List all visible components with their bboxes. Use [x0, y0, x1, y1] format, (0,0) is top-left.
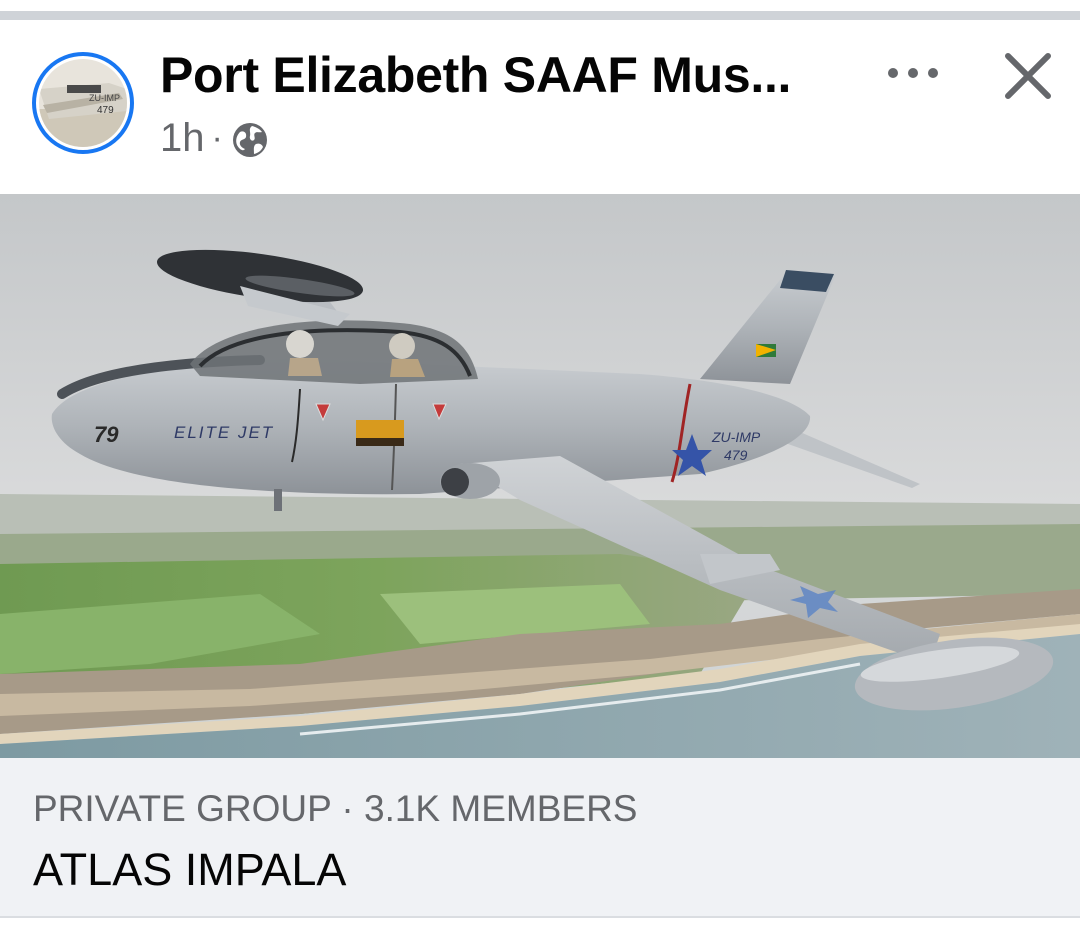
- photo-registration: ZU-IMP: [711, 429, 761, 445]
- post-meta: 1h ·: [160, 115, 270, 161]
- avatar-number: 479: [97, 105, 114, 116]
- avatar-registration: ZU-IMP: [89, 93, 120, 103]
- group-name[interactable]: Port Elizabeth SAAF Mus...: [160, 46, 791, 104]
- group-card-subtitle: PRIVATE GROUP · 3.1K MEMBERS: [33, 788, 638, 829]
- top-divider: [0, 11, 1080, 20]
- group-card[interactable]: PRIVATE GROUP · 3.1K MEMBERS ATLAS IMPAL…: [0, 758, 1080, 916]
- photo-fuselage-text: ELITE JET: [174, 423, 274, 442]
- avatar-image: ZU-IMP 479: [39, 59, 127, 147]
- photo-tail-number: 479: [724, 447, 748, 463]
- globe-icon: [230, 120, 270, 160]
- meta-separator: ·: [211, 118, 223, 157]
- photo-nose-number: 79: [94, 422, 119, 447]
- aircraft-photo: 79 ELITE JET ZU-IMP 479: [0, 194, 1080, 758]
- more-icon[interactable]: [884, 58, 942, 88]
- group-avatar[interactable]: ZU-IMP 479: [32, 52, 134, 154]
- close-icon[interactable]: [1002, 50, 1054, 102]
- group-card-title[interactable]: ATLAS IMPALA: [33, 844, 346, 896]
- post-photo[interactable]: 79 ELITE JET ZU-IMP 479: [0, 194, 1080, 758]
- post-time[interactable]: 1h: [160, 116, 205, 161]
- bottom-divider: [0, 916, 1080, 918]
